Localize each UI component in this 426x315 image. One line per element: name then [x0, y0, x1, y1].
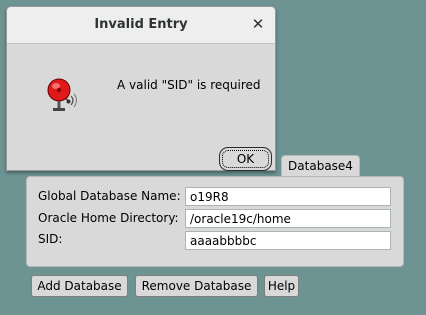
global-database-name-label: Global Database Name: — [38, 189, 181, 203]
dialog-message: A valid "SID" is required — [117, 78, 261, 92]
bell-icon — [47, 78, 77, 111]
dialog-titlebar[interactable]: Invalid Entry ✕ — [7, 7, 275, 44]
oracle-home-directory-label: Oracle Home Directory: — [38, 211, 179, 225]
ok-button-label: OK — [222, 150, 269, 168]
help-button[interactable]: Help — [264, 275, 299, 297]
global-database-name-input[interactable] — [185, 187, 391, 206]
tab-database4[interactable]: Database4 — [281, 155, 360, 177]
remove-database-button[interactable]: Remove Database — [135, 275, 258, 297]
oracle-home-directory-input[interactable] — [185, 209, 391, 228]
close-icon[interactable]: ✕ — [251, 15, 265, 33]
ok-button[interactable]: OK — [219, 147, 272, 171]
invalid-entry-dialog: Invalid Entry ✕ A valid "SID" is require… — [6, 6, 276, 171]
add-database-button[interactable]: Add Database — [31, 275, 128, 297]
sid-input[interactable] — [185, 231, 391, 250]
sid-label: SID: — [38, 232, 63, 246]
dialog-title: Invalid Entry — [94, 17, 188, 32]
